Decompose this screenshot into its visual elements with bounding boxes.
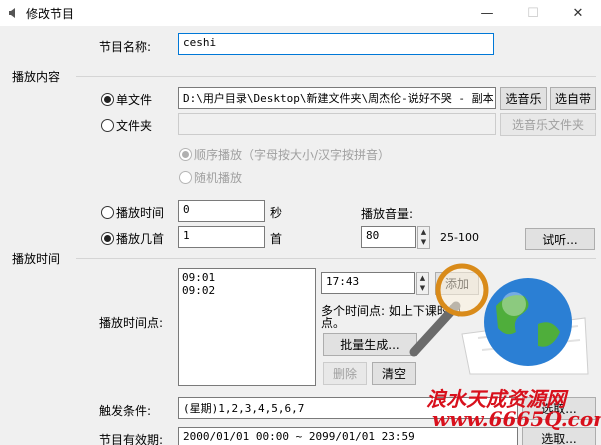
list-item[interactable]: 09:01 (182, 271, 312, 284)
maximize-button: ☐ (527, 5, 539, 21)
window-title: 修改节目 (26, 7, 75, 21)
spin-up-icon[interactable]: ▲ (418, 227, 429, 237)
group-divider (76, 76, 596, 77)
play-content-group-label: 播放内容 (12, 70, 61, 84)
order-play-label: 顺序播放（字母按大小/汉字按拼音） (194, 148, 391, 162)
folder-path-input[interactable] (178, 113, 496, 135)
volume-spinner[interactable]: ▲ ▼ (417, 226, 430, 249)
program-name-input[interactable]: ceshi (178, 33, 494, 55)
folder-radio[interactable] (101, 119, 114, 132)
single-file-label: 单文件 (116, 93, 153, 107)
play-count-input[interactable]: 1 (178, 226, 265, 248)
trigger-label: 触发条件: (99, 404, 152, 418)
volume-input[interactable]: 80 (361, 226, 416, 248)
seconds-unit-label: 秒 (270, 206, 283, 220)
play-time-label: 播放时间 (116, 206, 165, 220)
watermark-globe-logo (400, 262, 595, 380)
single-file-radio[interactable] (101, 93, 114, 106)
select-music-button[interactable]: 选音乐 (500, 87, 547, 110)
volume-range-label: 25-100 (440, 231, 479, 244)
select-music-folder-button[interactable]: 选音乐文件夹 (500, 113, 596, 136)
close-button[interactable]: ✕ (555, 0, 601, 26)
time-points-label: 播放时间点: (99, 316, 164, 330)
delete-time-button[interactable]: 删除 (323, 362, 367, 385)
program-name-label: 节目名称: (99, 40, 152, 54)
spin-down-icon[interactable]: ▼ (418, 237, 429, 247)
time-hint-tail: 点。 (321, 316, 346, 330)
songs-unit-label: 首 (270, 232, 283, 246)
play-time-input[interactable]: 0 (178, 200, 265, 222)
list-item[interactable]: 09:02 (182, 284, 312, 297)
watermark-site-url: www.6665Q.com (432, 407, 601, 431)
select-builtin-button[interactable]: 选自带 (550, 87, 596, 110)
play-count-radio[interactable] (101, 232, 114, 245)
folder-label: 文件夹 (116, 119, 153, 133)
title-bar[interactable]: 修改节目 — ☐ ✕ (0, 0, 601, 26)
play-count-label: 播放几首 (116, 232, 165, 246)
random-play-radio[interactable] (179, 171, 192, 184)
time-points-list[interactable]: 09:01 09:02 (178, 268, 316, 386)
play-time-radio[interactable] (101, 206, 114, 219)
random-play-label: 随机播放 (194, 171, 243, 185)
volume-label: 播放音量: (361, 207, 414, 221)
validity-label: 节目有效期: (99, 433, 164, 445)
play-schedule-group-label: 播放时间 (12, 252, 61, 266)
single-file-path-input[interactable]: D:\用户目录\Desktop\新建文件夹\周杰伦-说好不哭 - 副本 (178, 87, 496, 109)
order-play-radio[interactable] (179, 148, 192, 161)
minimize-button[interactable]: — (464, 0, 510, 26)
preview-button[interactable]: 试听... (525, 228, 595, 250)
speaker-icon (6, 6, 20, 20)
group-divider (76, 258, 596, 259)
